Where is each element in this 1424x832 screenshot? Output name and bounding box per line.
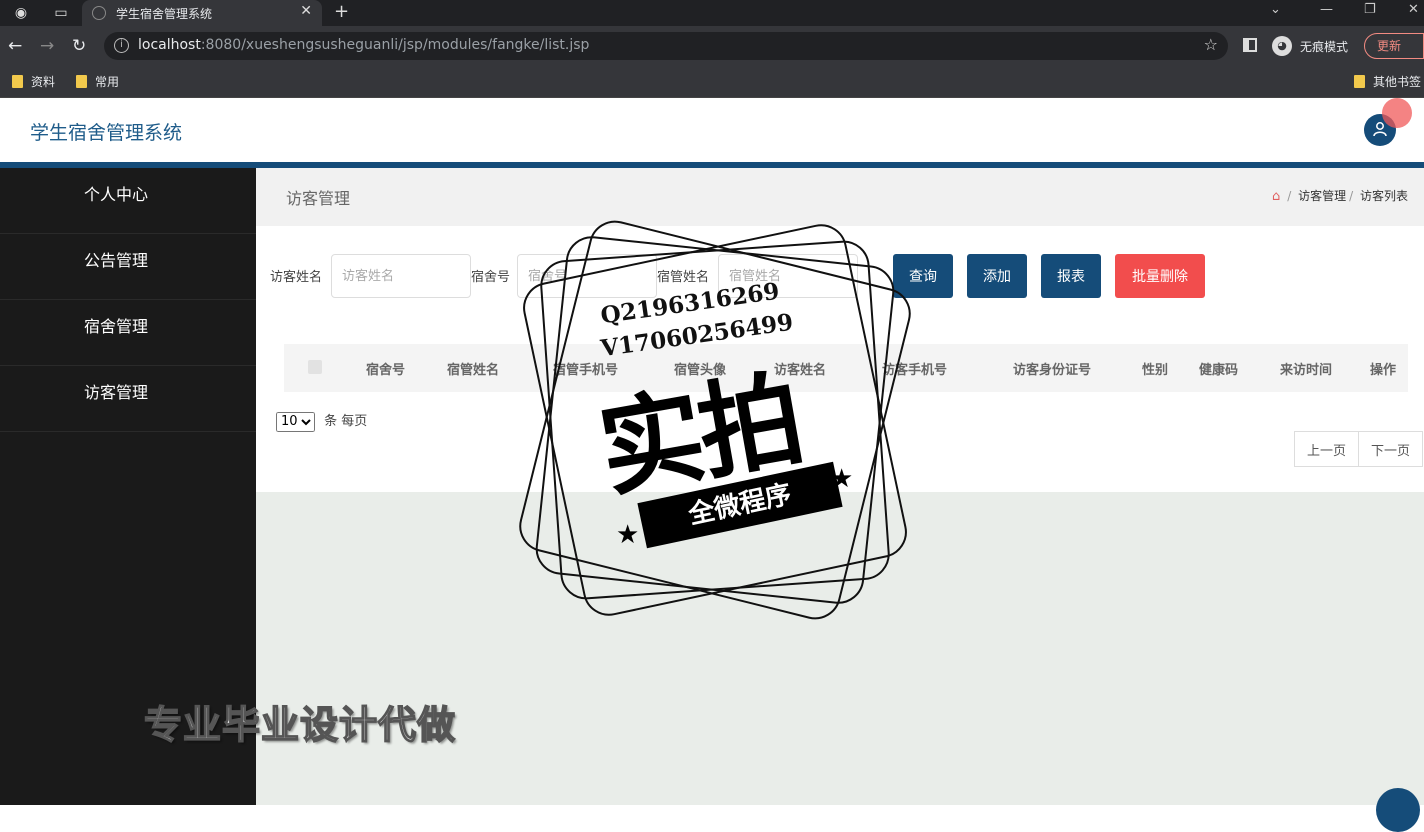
breadcrumb-item-visitor-management[interactable]: 访客管理 [1298, 189, 1346, 203]
address-url[interactable]: localhost:8080/xueshengsusheguanli/jsp/m… [138, 37, 589, 53]
breadcrumb-item-visitor-list: 访客列表 [1359, 189, 1408, 203]
column-header: 访客身份证号 [1013, 363, 1092, 378]
bookmark-label: 资料 [31, 75, 56, 89]
tab-close-icon[interactable]: ✕ [300, 3, 312, 19]
restore-icon[interactable]: ❐ [1364, 2, 1376, 17]
bookmark-label: 常用 [95, 75, 120, 89]
breadcrumb-separator: / [1287, 189, 1292, 203]
select-all-checkbox[interactable] [308, 360, 322, 374]
pagination: 上一页 下一页 [1294, 431, 1424, 467]
site-info-icon[interactable]: i [114, 38, 129, 53]
breadcrumb: ⌂ / 访客管理 / 访客列表 [1272, 187, 1408, 204]
folder-icon [12, 75, 23, 88]
incognito-icon[interactable]: ◕ [1272, 36, 1292, 56]
visitor-name-label: 访客姓名 [270, 270, 323, 285]
forward-icon[interactable]: → [40, 35, 54, 57]
page-size-control: 10 条 每页 [276, 410, 367, 432]
minimize-icon[interactable]: — [1320, 2, 1333, 17]
app-title: 学生宿舍管理系统 [30, 122, 183, 144]
page-header: 访客管理 ⌂ / 访客管理 / 访客列表 [256, 168, 1424, 226]
batch-delete-button[interactable]: 批量删除 [1115, 254, 1205, 298]
sidebar-item-personal-center[interactable]: 个人中心 [0, 168, 256, 234]
bookmarks-bar: 资料 常用 其他书签 [0, 66, 1424, 98]
column-header: 操作 [1370, 363, 1397, 378]
browser-toolbar: ← → ↻ i localhost:8080/xueshengsusheguan… [0, 26, 1424, 66]
cursor-highlight [1382, 98, 1412, 128]
folder-icon [76, 75, 87, 88]
visitor-name-input[interactable] [331, 254, 471, 298]
url-host: localhost [138, 37, 201, 53]
new-tab-icon[interactable]: + [334, 1, 349, 22]
bookmark-star-icon[interactable]: ☆ [1204, 35, 1218, 54]
sidebar-item-notice-management[interactable]: 公告管理 [0, 234, 256, 300]
window-close-icon[interactable]: ✕ [1408, 2, 1419, 17]
next-page-button[interactable]: 下一页 [1358, 432, 1423, 466]
bookmark-label: 其他书签 [1373, 75, 1422, 89]
add-button[interactable]: 添加 [967, 254, 1027, 298]
bookmark-folder-0[interactable]: 资料 [12, 73, 55, 90]
column-header: 健康码 [1199, 363, 1239, 378]
column-header: 宿舍号 [366, 363, 406, 378]
column-header: 宿管姓名 [447, 363, 500, 378]
app-header: 学生宿舍管理系统 [0, 98, 1424, 162]
globe-icon[interactable]: ◉ [10, 3, 32, 23]
page-title: 访客管理 [286, 189, 351, 208]
incognito-label[interactable]: 无痕模式 [1300, 38, 1348, 55]
side-panel-icon[interactable] [1243, 38, 1257, 52]
star-icon: ★ [616, 520, 640, 550]
folder-icon [1354, 75, 1365, 88]
page-size-suffix: 条 每页 [324, 414, 368, 429]
floating-action-button[interactable] [1376, 788, 1420, 832]
window-icon[interactable]: ▭ [50, 3, 72, 23]
other-bookmarks[interactable]: 其他书签 [1354, 73, 1421, 90]
update-button[interactable]: 更新 [1364, 33, 1424, 59]
sidebar-item-visitor-management[interactable]: 访客管理 [0, 366, 256, 432]
prev-page-button[interactable]: 上一页 [1295, 432, 1359, 466]
browser-tab[interactable]: 学生宿舍管理系统 ✕ [82, 0, 322, 26]
reload-icon[interactable]: ↻ [72, 35, 86, 57]
home-icon[interactable]: ⌂ [1272, 189, 1280, 204]
report-button[interactable]: 报表 [1041, 254, 1101, 298]
url-path: :8080/xueshengsusheguanli/jsp/modules/fa… [200, 37, 590, 53]
browser-tabstrip: ◉ ▭ 学生宿舍管理系统 ✕ + ⌄ — ❐ ✕ [0, 0, 1424, 26]
tab-title: 学生宿舍管理系统 [116, 7, 213, 21]
watermark-stamp: Q2196316269 V17060256499 实拍 全微程序 ★ ★ [513, 215, 917, 625]
column-header: 性别 [1142, 363, 1169, 378]
page-size-select[interactable]: 10 [276, 411, 315, 432]
back-icon[interactable]: ← [8, 35, 22, 57]
bookmark-folder-1[interactable]: 常用 [76, 73, 119, 90]
dorm-no-label: 宿舍号 [471, 270, 511, 285]
tab-search-icon[interactable]: ⌄ [1270, 2, 1281, 17]
watermark-promo-text: 专业毕业设计代做 [143, 702, 457, 748]
address-bar[interactable]: i localhost:8080/xueshengsusheguanli/jsp… [104, 32, 1228, 60]
column-header: 来访时间 [1280, 363, 1333, 378]
breadcrumb-separator: / [1349, 189, 1354, 203]
sidebar-item-dorm-management[interactable]: 宿舍管理 [0, 300, 256, 366]
tab-favicon-icon [92, 6, 106, 20]
star-icon: ★ [830, 464, 854, 494]
